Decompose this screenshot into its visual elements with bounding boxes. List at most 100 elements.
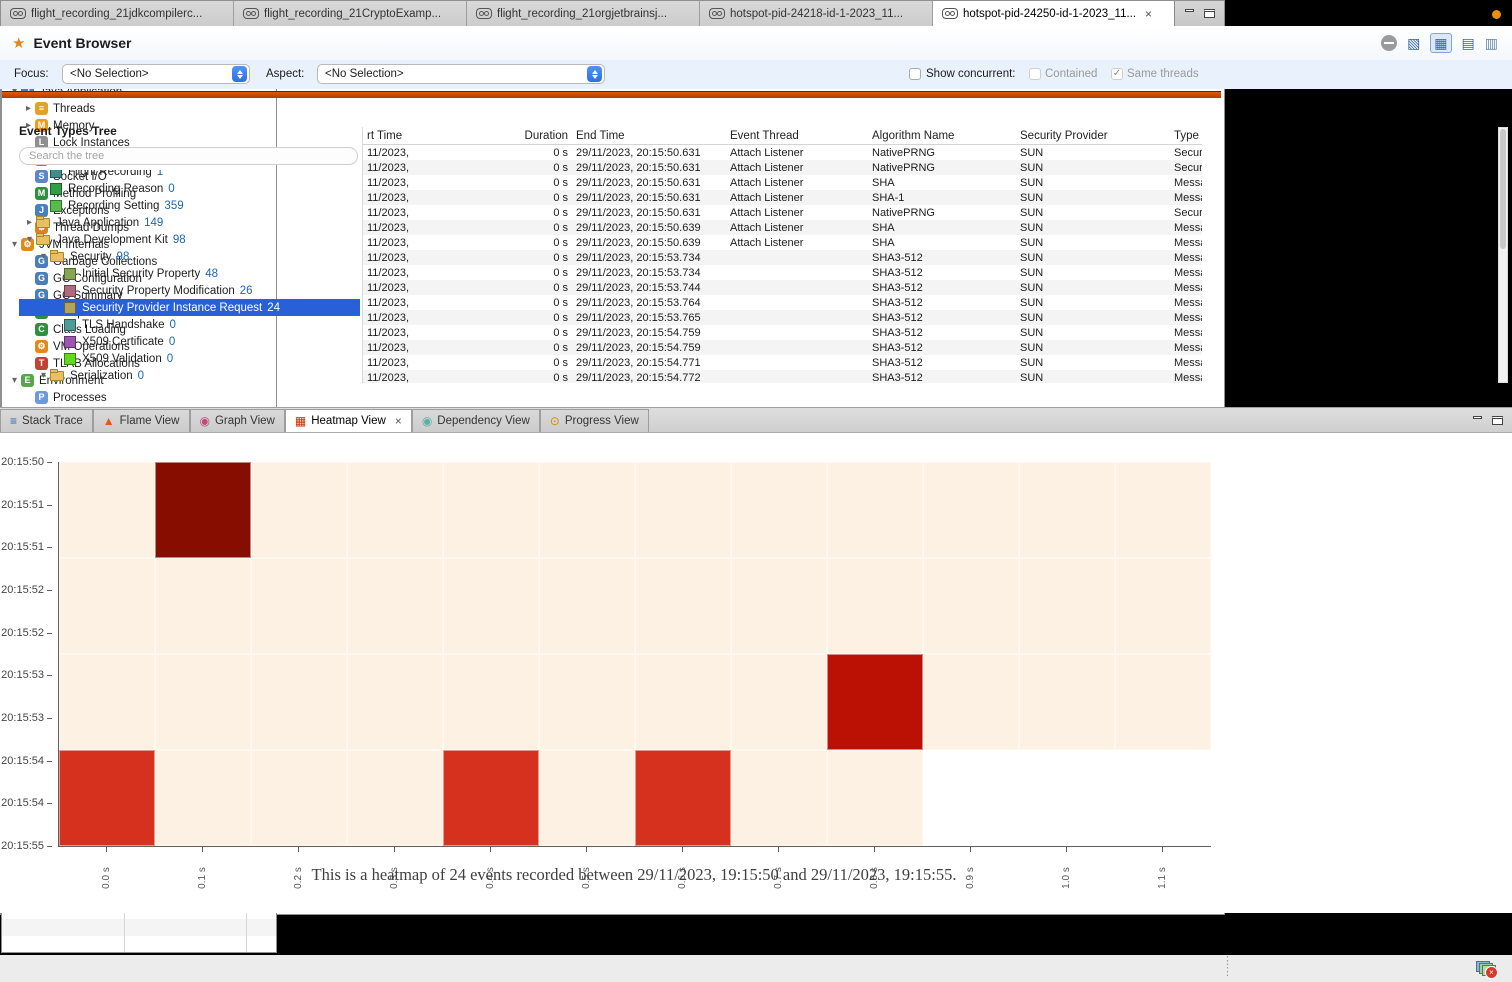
event-type-item[interactable]: X509 Certificate 0: [19, 333, 360, 350]
table-scrollbar[interactable]: [1498, 127, 1508, 383]
tree-item-icon: P: [35, 391, 48, 404]
tree-item[interactable]: P Processes: [2, 389, 276, 406]
column-header[interactable]: Event Thread: [726, 130, 868, 142]
table-row[interactable]: 11/2023, 0 s 29/11/2023, 20:15:50.631 At…: [363, 145, 1202, 160]
same-threads-checkbox[interactable]: ✓: [1111, 68, 1123, 80]
column-header[interactable]: rt Time: [363, 130, 422, 142]
editor-tab[interactable]: flight_recording_21orgjetbrainsj...: [467, 1, 700, 26]
cell-end-time: 29/11/2023, 20:15:54.759: [572, 342, 726, 354]
minimize-button[interactable]: [1184, 9, 1195, 18]
view-tab[interactable]: ◉ Dependency View: [412, 409, 540, 432]
cell-start-time: 11/2023,: [363, 342, 422, 354]
cell-event-thread: Attach Listener: [726, 237, 868, 249]
close-icon[interactable]: ×: [395, 414, 402, 428]
cell-security-provider: SUN: [1016, 342, 1170, 354]
resize-handle-dots[interactable]: ⋮⋮: [1222, 956, 1233, 978]
table-row[interactable]: 11/2023, 0 s 29/11/2023, 20:15:50.631 At…: [363, 190, 1202, 205]
view-tab[interactable]: ▦ Heatmap View ×: [285, 409, 412, 432]
table-row[interactable]: 11/2023, 0 s 29/11/2023, 20:15:50.639 At…: [363, 235, 1202, 250]
table-view-icon[interactable]: ▥: [1485, 36, 1498, 50]
table-row[interactable]: 11/2023, 0 s 29/11/2023, 20:15:54.759 SH…: [363, 340, 1202, 355]
cell-end-time: 29/11/2023, 20:15:50.631: [572, 207, 726, 219]
event-type-item[interactable]: TLS Handshake 0: [19, 316, 360, 333]
recording-wizard-icon[interactable]: ▧: [1407, 36, 1420, 50]
event-type-label: Serialization: [70, 370, 133, 382]
search-input[interactable]: [19, 147, 358, 165]
column-header[interactable]: Type of S: [1170, 130, 1202, 142]
event-type-item[interactable]: ▾ Serialization 0: [19, 367, 360, 384]
table-row[interactable]: 11/2023, 0 s 29/11/2023, 20:15:50.631 At…: [363, 160, 1202, 175]
event-types-tree-title: Event Types Tree: [19, 124, 117, 138]
column-header[interactable]: End Time: [572, 130, 726, 142]
cell-start-time: 11/2023,: [363, 222, 422, 234]
expander-icon[interactable]: ▸: [23, 217, 36, 228]
event-type-item[interactable]: Flight Recording 1: [19, 170, 360, 180]
view-tabbar: ≡ Stack Trace ▲ Flame View ◉ Graph View …: [0, 407, 1512, 433]
cell-algorithm-name: SHA3-512: [868, 297, 1016, 309]
event-type-color-swatch: [50, 170, 62, 178]
list-view-icon[interactable]: ▤: [1462, 36, 1475, 50]
aspect-select[interactable]: <No Selection>: [317, 64, 605, 84]
table-row[interactable]: 11/2023, 0 s 29/11/2023, 20:15:53.744 SH…: [363, 280, 1202, 295]
minimize-button[interactable]: [1472, 416, 1483, 425]
editor-tab[interactable]: flight_recording_21CryptoExamp...: [234, 1, 467, 26]
expander-icon[interactable]: ▾: [37, 370, 50, 381]
event-type-item[interactable]: X509 Validation 0: [19, 350, 360, 367]
tree-item[interactable]: ▸ ≡ Threads: [2, 100, 276, 117]
heatmap-cell: [251, 462, 347, 558]
event-type-item[interactable]: ▾ Java Development Kit 98: [19, 231, 360, 248]
focus-select[interactable]: <No Selection>: [62, 64, 250, 84]
view-tab[interactable]: ⊙ Progress View: [540, 409, 649, 432]
table-row[interactable]: 11/2023, 0 s 29/11/2023, 20:15:50.639 At…: [363, 220, 1202, 235]
view-tab[interactable]: ≡ Stack Trace: [0, 409, 93, 432]
event-count: 0: [168, 183, 174, 195]
event-type-item[interactable]: Recording Setting 359: [19, 197, 360, 214]
close-icon[interactable]: ×: [1145, 7, 1152, 21]
table-row[interactable]: 11/2023, 0 s 29/11/2023, 20:15:50.631 At…: [363, 175, 1202, 190]
heatmap-cell: [923, 558, 1019, 654]
table-row[interactable]: 11/2023, 0 s 29/11/2023, 20:15:53.765 SH…: [363, 310, 1202, 325]
column-header[interactable]: Duration: [422, 130, 572, 142]
table-row[interactable]: 11/2023, 0 s 29/11/2023, 20:15:54.759 SH…: [363, 325, 1202, 340]
event-type-item[interactable]: Security Property Modification 26: [19, 282, 360, 299]
expander-icon[interactable]: ▾: [37, 251, 50, 262]
cell-event-thread: Attach Listener: [726, 147, 868, 159]
editor-tab[interactable]: flight_recording_21jdkcompilerc...: [1, 1, 234, 26]
grid-view-icon[interactable]: ▦: [1430, 33, 1451, 53]
table-row[interactable]: 11/2023, 0 s 29/11/2023, 20:15:50.631 At…: [363, 205, 1202, 220]
cell-type-of-service: Message: [1170, 357, 1202, 369]
heatmap-cell: [1019, 558, 1115, 654]
event-type-item[interactable]: Initial Security Property 48: [19, 265, 360, 282]
column-header[interactable]: Security Provider: [1016, 130, 1170, 142]
table-row[interactable]: 11/2023, 0 s 29/11/2023, 20:15:53.734 SH…: [363, 250, 1202, 265]
heatmap-plot: [58, 462, 1211, 847]
expander-icon[interactable]: ▾: [23, 234, 36, 245]
remove-result-icon[interactable]: [1381, 35, 1397, 51]
maximize-button[interactable]: [1492, 416, 1503, 425]
show-concurrent-checkbox[interactable]: [909, 68, 921, 80]
view-tab[interactable]: ▲ Flame View: [93, 409, 190, 432]
recording-file-icon: [709, 8, 725, 19]
time-range-selector[interactable]: [2, 91, 1221, 98]
table-row[interactable]: 11/2023, 0 s 29/11/2023, 20:15:54.772 SH…: [363, 370, 1202, 383]
heatmap-cell: [539, 558, 635, 654]
column-header[interactable]: Algorithm Name: [868, 130, 1016, 142]
contained-checkbox[interactable]: [1029, 68, 1041, 80]
event-type-item[interactable]: ▾ Security 98: [19, 248, 360, 265]
editor-tab[interactable]: hotspot-pid-24218-id-1-2023_11...: [700, 1, 933, 26]
cell-algorithm-name: SHA3-512: [868, 267, 1016, 279]
event-type-item[interactable]: ▸ Java Application 149: [19, 214, 360, 231]
event-type-item[interactable]: Security Provider Instance Request 24: [19, 299, 360, 316]
heatmap-cell: [155, 558, 251, 654]
table-row[interactable]: 11/2023, 0 s 29/11/2023, 20:15:53.734 SH…: [363, 265, 1202, 280]
tab-label: Flame View: [120, 415, 180, 427]
view-tab-icon: ▲: [103, 415, 115, 427]
recording-status-icon[interactable]: ×: [1476, 959, 1496, 977]
view-tab[interactable]: ◉ Graph View: [190, 409, 285, 432]
table-row[interactable]: 11/2023, 0 s 29/11/2023, 20:15:54.771 SH…: [363, 355, 1202, 370]
maximize-button[interactable]: [1204, 9, 1215, 18]
table-row[interactable]: 11/2023, 0 s 29/11/2023, 20:15:53.764 SH…: [363, 295, 1202, 310]
editor-tab[interactable]: hotspot-pid-24250-id-1-2023_11... ×: [933, 1, 1175, 26]
expander-icon[interactable]: ▸: [22, 103, 35, 114]
event-type-item[interactable]: Recording Reason 0: [19, 180, 360, 197]
